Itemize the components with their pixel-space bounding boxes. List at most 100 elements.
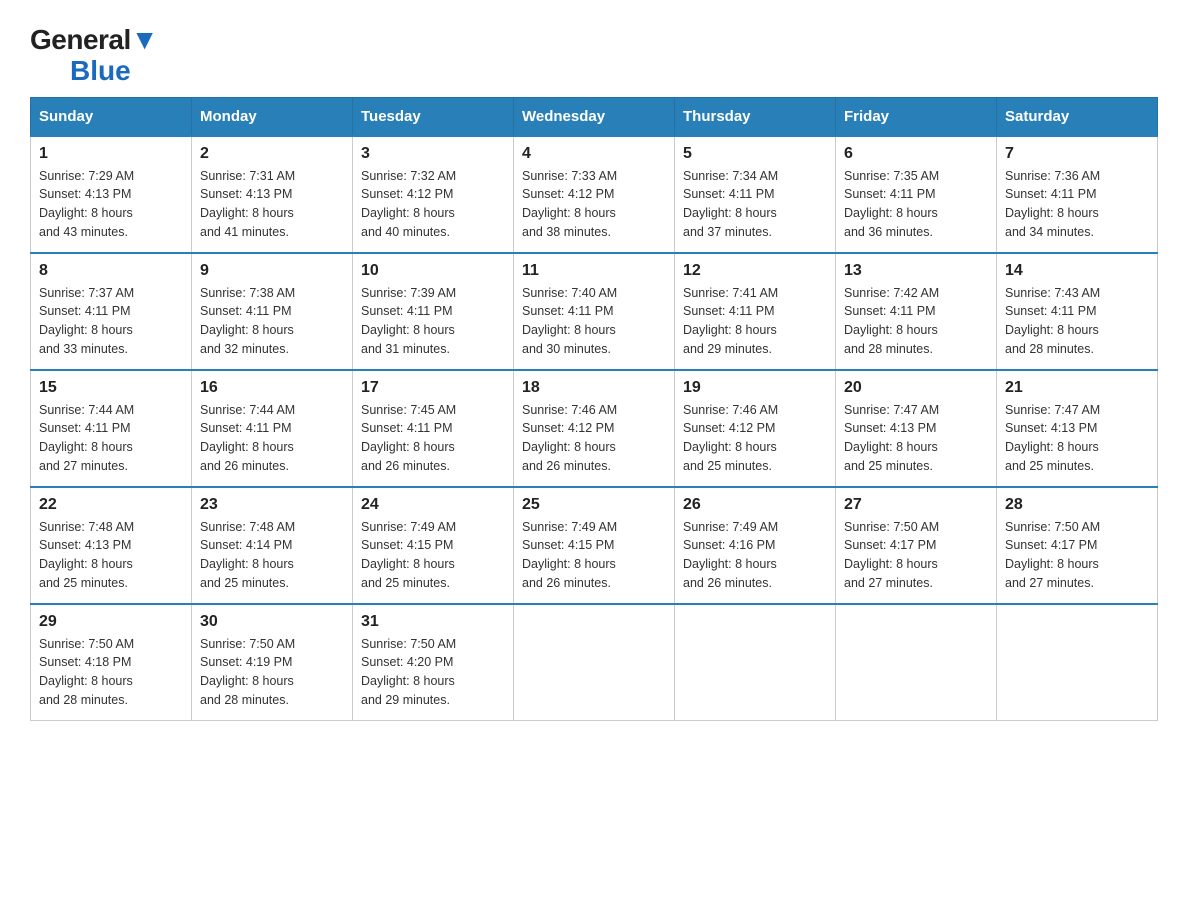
calendar-week-row: 29 Sunrise: 7:50 AMSunset: 4:18 PMDayligh… (31, 604, 1158, 721)
day-info: Sunrise: 7:33 AMSunset: 4:12 PMDaylight:… (522, 167, 666, 242)
day-info: Sunrise: 7:35 AMSunset: 4:11 PMDaylight:… (844, 167, 988, 242)
day-number: 18 (522, 379, 666, 397)
day-info: Sunrise: 7:50 AMSunset: 4:20 PMDaylight:… (361, 635, 505, 710)
day-number: 2 (200, 145, 344, 163)
calendar-cell: 18 Sunrise: 7:46 AMSunset: 4:12 PMDayligh… (514, 370, 675, 487)
calendar-cell: 13Sunrise: 7:42 AMSunset: 4:11 PMDayligh… (836, 253, 997, 370)
calendar-cell: 20Sunrise: 7:47 AMSunset: 4:13 PMDayligh… (836, 370, 997, 487)
day-of-week-header: Wednesday (514, 97, 675, 136)
day-number: 1 (39, 145, 183, 163)
day-info: Sunrise: 7:44 AMSunset: 4:11 PMDaylight:… (39, 401, 183, 476)
day-info: Sunrise: 7:47 AMSunset: 4:13 PMDaylight:… (1005, 401, 1149, 476)
calendar-cell: 15Sunrise: 7:44 AMSunset: 4:11 PMDayligh… (31, 370, 192, 487)
page-header: General▼ Blue (30, 20, 1158, 87)
day-number: 22 (39, 496, 183, 514)
logo-general-text: General▼ (30, 24, 158, 55)
calendar-week-row: 1 Sunrise: 7:29 AMSunset: 4:13 PMDaylight… (31, 136, 1158, 253)
day-info: Sunrise: 7:37 AMSunset: 4:11 PMDaylight:… (39, 284, 183, 359)
day-number: 12 (683, 262, 827, 280)
calendar-cell: 28 Sunrise: 7:50 AMSunset: 4:17 PMDayligh… (997, 487, 1158, 604)
calendar-cell: 10 Sunrise: 7:39 AMSunset: 4:11 PMDayligh… (353, 253, 514, 370)
day-info: Sunrise: 7:49 AMSunset: 4:16 PMDaylight:… (683, 518, 827, 593)
calendar-cell: 5 Sunrise: 7:34 AMSunset: 4:11 PMDaylight… (675, 136, 836, 253)
calendar-cell: 7 Sunrise: 7:36 AMSunset: 4:11 PMDaylight… (997, 136, 1158, 253)
calendar-cell: 30 Sunrise: 7:50 AMSunset: 4:19 PMDayligh… (192, 604, 353, 721)
day-info: Sunrise: 7:29 AMSunset: 4:13 PMDaylight:… (39, 167, 183, 242)
day-info: Sunrise: 7:50 AMSunset: 4:17 PMDaylight:… (844, 518, 988, 593)
day-info: Sunrise: 7:32 AMSunset: 4:12 PMDaylight:… (361, 167, 505, 242)
day-number: 30 (200, 613, 344, 631)
day-number: 11 (522, 262, 666, 280)
day-number: 7 (1005, 145, 1149, 163)
day-info: Sunrise: 7:50 AMSunset: 4:17 PMDaylight:… (1005, 518, 1149, 593)
calendar-cell (675, 604, 836, 721)
day-info: Sunrise: 7:43 AMSunset: 4:11 PMDaylight:… (1005, 284, 1149, 359)
day-info: Sunrise: 7:46 AMSunset: 4:12 PMDaylight:… (522, 401, 666, 476)
day-number: 9 (200, 262, 344, 280)
calendar-cell: 16 Sunrise: 7:44 AMSunset: 4:11 PMDayligh… (192, 370, 353, 487)
day-number: 31 (361, 613, 505, 631)
logo-blue-text: Blue (70, 56, 158, 87)
calendar-cell: 26Sunrise: 7:49 AMSunset: 4:16 PMDayligh… (675, 487, 836, 604)
day-number: 29 (39, 613, 183, 631)
day-number: 28 (1005, 496, 1149, 514)
day-number: 6 (844, 145, 988, 163)
calendar-cell: 3 Sunrise: 7:32 AMSunset: 4:12 PMDaylight… (353, 136, 514, 253)
day-info: Sunrise: 7:38 AMSunset: 4:11 PMDaylight:… (200, 284, 344, 359)
calendar-cell: 6 Sunrise: 7:35 AMSunset: 4:11 PMDaylight… (836, 136, 997, 253)
day-number: 10 (361, 262, 505, 280)
day-of-week-header: Thursday (675, 97, 836, 136)
day-number: 3 (361, 145, 505, 163)
day-number: 4 (522, 145, 666, 163)
day-info: Sunrise: 7:42 AMSunset: 4:11 PMDaylight:… (844, 284, 988, 359)
calendar-cell: 8 Sunrise: 7:37 AMSunset: 4:11 PMDaylight… (31, 253, 192, 370)
day-number: 17 (361, 379, 505, 397)
calendar-cell: 21 Sunrise: 7:47 AMSunset: 4:13 PMDayligh… (997, 370, 1158, 487)
day-info: Sunrise: 7:49 AMSunset: 4:15 PMDaylight:… (361, 518, 505, 593)
day-number: 24 (361, 496, 505, 514)
day-number: 25 (522, 496, 666, 514)
calendar-cell (997, 604, 1158, 721)
day-info: Sunrise: 7:47 AMSunset: 4:13 PMDaylight:… (844, 401, 988, 476)
calendar-cell: 17 Sunrise: 7:45 AMSunset: 4:11 PMDayligh… (353, 370, 514, 487)
calendar-week-row: 15Sunrise: 7:44 AMSunset: 4:11 PMDayligh… (31, 370, 1158, 487)
calendar-cell: 14Sunrise: 7:43 AMSunset: 4:11 PMDayligh… (997, 253, 1158, 370)
day-of-week-header: Saturday (997, 97, 1158, 136)
day-of-week-header: Sunday (31, 97, 192, 136)
day-info: Sunrise: 7:31 AMSunset: 4:13 PMDaylight:… (200, 167, 344, 242)
day-of-week-header: Tuesday (353, 97, 514, 136)
calendar-cell (836, 604, 997, 721)
day-number: 8 (39, 262, 183, 280)
day-info: Sunrise: 7:45 AMSunset: 4:11 PMDaylight:… (361, 401, 505, 476)
day-info: Sunrise: 7:50 AMSunset: 4:18 PMDaylight:… (39, 635, 183, 710)
calendar-cell: 9 Sunrise: 7:38 AMSunset: 4:11 PMDaylight… (192, 253, 353, 370)
calendar-cell: 2 Sunrise: 7:31 AMSunset: 4:13 PMDaylight… (192, 136, 353, 253)
calendar-cell: 27 Sunrise: 7:50 AMSunset: 4:17 PMDayligh… (836, 487, 997, 604)
day-number: 16 (200, 379, 344, 397)
day-info: Sunrise: 7:36 AMSunset: 4:11 PMDaylight:… (1005, 167, 1149, 242)
calendar-cell: 1 Sunrise: 7:29 AMSunset: 4:13 PMDaylight… (31, 136, 192, 253)
calendar-cell: 29 Sunrise: 7:50 AMSunset: 4:18 PMDayligh… (31, 604, 192, 721)
logo-line1: General▼ (30, 25, 158, 56)
logo-triangle-icon: ▼ (131, 24, 158, 55)
day-number: 27 (844, 496, 988, 514)
day-info: Sunrise: 7:44 AMSunset: 4:11 PMDaylight:… (200, 401, 344, 476)
day-number: 23 (200, 496, 344, 514)
day-number: 19 (683, 379, 827, 397)
calendar-cell: 24 Sunrise: 7:49 AMSunset: 4:15 PMDayligh… (353, 487, 514, 604)
calendar-cell: 11 Sunrise: 7:40 AMSunset: 4:11 PMDayligh… (514, 253, 675, 370)
logo: General▼ Blue (30, 25, 158, 87)
day-number: 5 (683, 145, 827, 163)
day-info: Sunrise: 7:40 AMSunset: 4:11 PMDaylight:… (522, 284, 666, 359)
calendar-cell: 25Sunrise: 7:49 AMSunset: 4:15 PMDayligh… (514, 487, 675, 604)
calendar-cell (514, 604, 675, 721)
calendar-week-row: 8 Sunrise: 7:37 AMSunset: 4:11 PMDaylight… (31, 253, 1158, 370)
day-info: Sunrise: 7:50 AMSunset: 4:19 PMDaylight:… (200, 635, 344, 710)
day-number: 21 (1005, 379, 1149, 397)
calendar-cell: 22Sunrise: 7:48 AMSunset: 4:13 PMDayligh… (31, 487, 192, 604)
calendar-cell: 12Sunrise: 7:41 AMSunset: 4:11 PMDayligh… (675, 253, 836, 370)
day-info: Sunrise: 7:39 AMSunset: 4:11 PMDaylight:… (361, 284, 505, 359)
calendar-cell: 23Sunrise: 7:48 AMSunset: 4:14 PMDayligh… (192, 487, 353, 604)
day-info: Sunrise: 7:34 AMSunset: 4:11 PMDaylight:… (683, 167, 827, 242)
calendar-header-row: SundayMondayTuesdayWednesdayThursdayFrid… (31, 97, 1158, 136)
